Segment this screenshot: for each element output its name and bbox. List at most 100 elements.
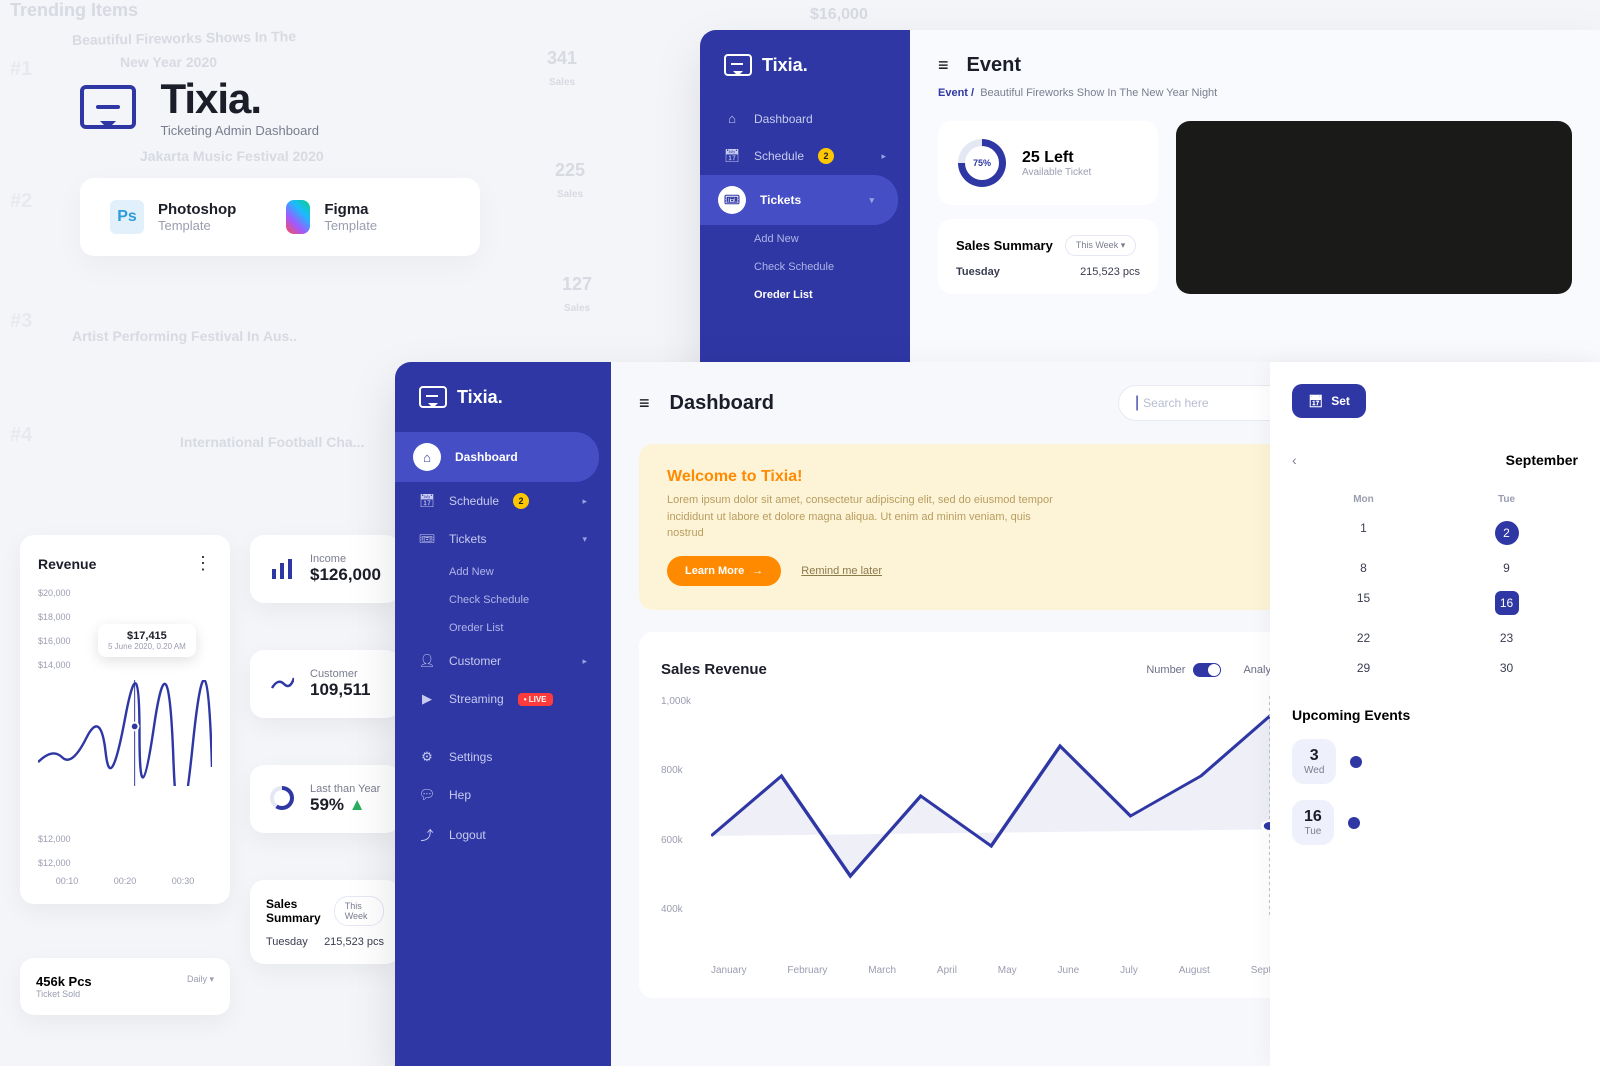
sales-title: Sales Revenue xyxy=(661,661,767,678)
bg-item-1: Beautiful Fireworks Shows In The xyxy=(72,28,296,48)
sidebar-item-streaming[interactable]: ▶Streaming• LIVE xyxy=(395,680,611,718)
bg-sales-summary: Sales Summary This Week Tuesday215,523 pc… xyxy=(250,880,400,964)
stat-value: 59% ▲ xyxy=(310,795,380,815)
more-icon[interactable]: ⋮ xyxy=(194,553,212,574)
logo-icon xyxy=(419,386,447,408)
menu-icon[interactable]: ≡ xyxy=(938,55,949,76)
badge: 2 xyxy=(513,493,529,509)
brand: Tixia. xyxy=(762,55,808,76)
rev-y: $12,000 xyxy=(38,858,212,868)
revenue-card: Revenue ⋮ $20,000 $18,000 $16,000 $17,41… xyxy=(20,535,230,904)
cal-day[interactable]: 15 xyxy=(1292,583,1435,623)
cal-prev[interactable]: ‹ xyxy=(1292,452,1297,468)
trend-icon xyxy=(268,670,296,698)
upcoming-item[interactable]: 16Tue xyxy=(1292,800,1578,845)
template-figma: FigmaTemplate xyxy=(286,200,377,234)
live-badge: • LIVE xyxy=(518,693,553,706)
ring-icon xyxy=(268,785,296,813)
event-sidebar: Tixia. ⌂Dashboard 📅︎Schedule2▸ 🎟︎Tickets… xyxy=(700,30,910,400)
sidebar-item-dashboard[interactable]: ⌂Dashboard xyxy=(700,100,910,137)
stat-value: 109,511 xyxy=(310,680,371,700)
upcoming-item[interactable]: 3Wed xyxy=(1292,739,1578,784)
arrow-right-icon: → xyxy=(752,565,763,577)
template-sub: Template xyxy=(324,218,377,233)
revenue-chart xyxy=(38,680,212,820)
breadcrumb-root[interactable]: Event / xyxy=(938,87,974,99)
home-icon: ⌂ xyxy=(413,443,441,471)
breadcrumb: Event / Beautiful Fireworks Show In The … xyxy=(938,87,1572,99)
rev-y: $18,000 xyxy=(38,612,212,622)
sidebar-sub-orderlist[interactable]: Oreder List xyxy=(395,614,611,642)
bg-trending: Trending Items xyxy=(10,0,138,21)
cal-day[interactable]: 2 xyxy=(1435,513,1578,553)
event-page-title: Event xyxy=(967,54,1021,77)
badge: 2 xyxy=(818,148,834,164)
sidebar-item-customer[interactable]: 👤︎Customer▸ xyxy=(395,642,611,680)
bg-sales-title: Sales Summary xyxy=(266,897,326,925)
bg-sales-period[interactable]: This Week xyxy=(334,896,384,926)
template-sub: Template xyxy=(158,218,236,233)
cal-day[interactable]: 23 xyxy=(1435,623,1578,653)
sidebar-item-tickets[interactable]: 🎟︎Tickets▾ xyxy=(395,520,611,558)
sum-row: Tuesday215,523 pcs xyxy=(956,266,1140,278)
ticket-sold-period[interactable]: Daily ▾ xyxy=(187,974,214,985)
event-dot xyxy=(1350,756,1362,768)
revenue-tooltip: $17,4155 June 2020, 0.20 AM xyxy=(98,624,196,657)
remind-later-link[interactable]: Remind me later xyxy=(801,565,882,577)
rev-y: $16,000 $17,4155 June 2020, 0.20 AM xyxy=(38,636,212,646)
menu-icon[interactable]: ≡ xyxy=(639,393,650,414)
cal-day[interactable]: 22 xyxy=(1292,623,1435,653)
sidebar-sub-addnew[interactable]: Add New xyxy=(700,225,910,253)
rev-y: $14,000 xyxy=(38,660,212,670)
number-toggle[interactable]: Number xyxy=(1146,663,1221,677)
chevron-down-icon: ▾ xyxy=(869,195,874,206)
sidebar-item-dashboard[interactable]: ⌂Dashboard xyxy=(395,432,599,482)
ticket-icon: 🎟︎ xyxy=(718,186,746,214)
sidebar-sub-check[interactable]: Check Schedule xyxy=(395,586,611,614)
cal-day[interactable]: 30 xyxy=(1435,653,1578,683)
lastyear-stat: Last than Year59% ▲ xyxy=(250,765,400,833)
bg-rank-3: #3 xyxy=(10,310,32,333)
calendar-icon: 📅︎ xyxy=(724,148,740,164)
promo-title: Tixia. xyxy=(160,75,319,123)
template-photoshop: Ps PhotoshopTemplate xyxy=(110,200,236,234)
sidebar-item-tickets[interactable]: 🎟︎Tickets▾ xyxy=(700,175,898,225)
sidebar-item-settings[interactable]: ⚙Settings xyxy=(395,738,611,776)
photoshop-icon: Ps xyxy=(110,200,144,234)
brand: Tixia. xyxy=(457,387,503,408)
figma-icon xyxy=(286,200,310,234)
cal-day[interactable]: 9 xyxy=(1435,553,1578,583)
cal-day[interactable]: 16 xyxy=(1435,583,1578,623)
user-icon: 👤︎ xyxy=(419,653,435,669)
bg-item-1b: New Year 2020 xyxy=(120,54,217,70)
logout-icon: ⤴ xyxy=(419,825,435,844)
event-image xyxy=(1176,121,1572,294)
learn-more-button[interactable]: Learn More→ xyxy=(667,556,781,586)
sidebar-item-schedule[interactable]: 📅︎Schedule2▸ xyxy=(395,482,611,520)
promo-block: Tixia. Ticketing Admin Dashboard Ps Phot… xyxy=(80,75,480,256)
cal-day[interactable]: 1 xyxy=(1292,513,1435,553)
sidebar-sub-check[interactable]: Check Schedule xyxy=(700,253,910,281)
sidebar-sub-orderlist[interactable]: Oreder List xyxy=(700,281,910,309)
revenue-xaxis: 00:1000:2000:30 xyxy=(38,876,212,886)
sidebar-item-help[interactable]: 💬︎Hep xyxy=(395,776,611,814)
sidebar-sub-addnew[interactable]: Add New xyxy=(395,558,611,586)
set-button[interactable]: 📅︎Set xyxy=(1292,384,1366,418)
calendar-panel: 📅︎Set ‹ September MonTue 12 89 1516 2223… xyxy=(1270,362,1600,1066)
sales-yaxis: 1,000k800k600k400k xyxy=(661,696,691,916)
bg-stat-3: 127Sales xyxy=(562,274,592,316)
stat-label: Customer xyxy=(310,668,371,680)
ticket-sold-card: 456k PcsTicket Sold Daily ▾ xyxy=(20,958,230,1015)
bg-sales-row: Tuesday215,523 pcs xyxy=(266,936,384,948)
bars-icon xyxy=(268,555,296,583)
sidebar-item-logout[interactable]: ⤴Logout xyxy=(395,814,611,855)
cal-day[interactable]: 29 xyxy=(1292,653,1435,683)
sidebar-item-schedule[interactable]: 📅︎Schedule2▸ xyxy=(700,137,910,175)
cal-day[interactable]: 8 xyxy=(1292,553,1435,583)
cal-month: September xyxy=(1506,452,1578,468)
chat-icon: 💬︎ xyxy=(419,787,435,803)
sum-period-pill[interactable]: This Week ▾ xyxy=(1065,235,1136,256)
chevron-down-icon: ▾ xyxy=(582,534,587,545)
logo-icon xyxy=(724,54,752,76)
chevron-right-icon: ▸ xyxy=(881,151,886,162)
